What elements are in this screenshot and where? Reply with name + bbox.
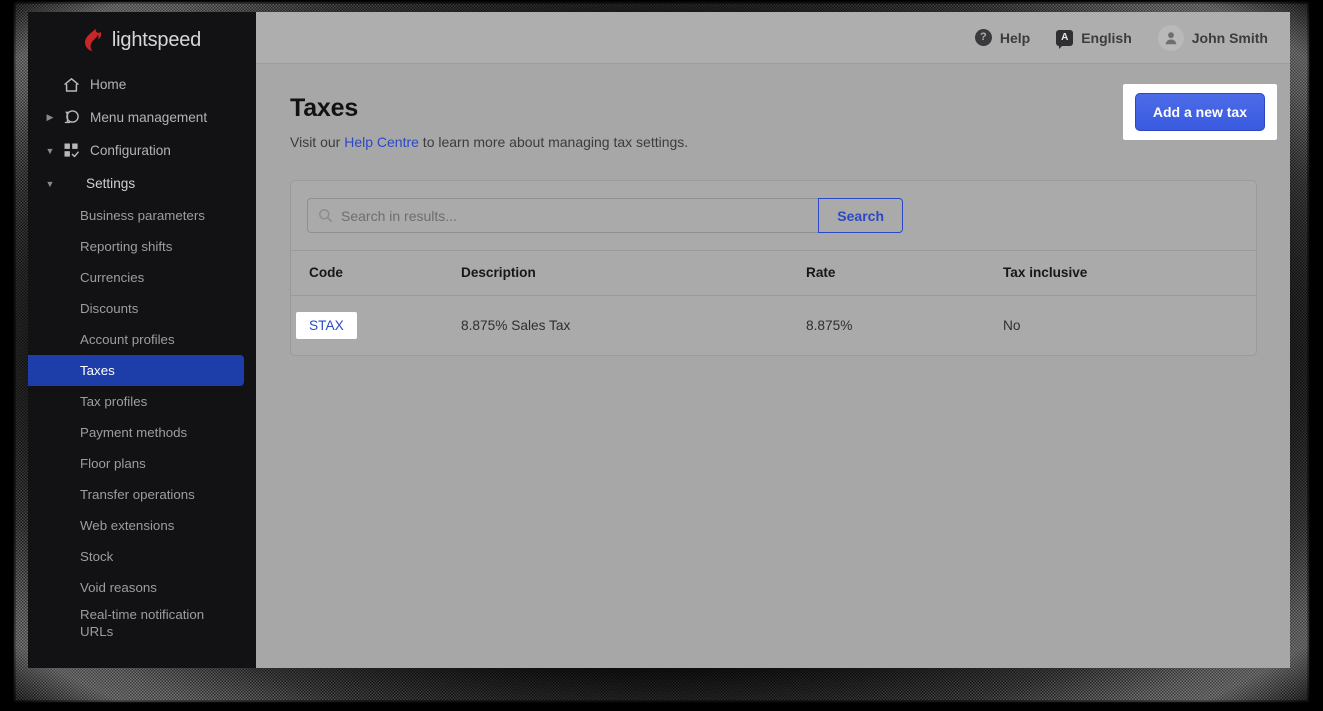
language-selector[interactable]: A English xyxy=(1056,29,1132,49)
application-window: lightspeed ▶ Home ▶ xyxy=(28,12,1290,668)
sidebar-item-payment-methods[interactable]: Payment methods xyxy=(28,417,244,448)
sidebar-group-label: Settings xyxy=(86,176,136,191)
chevron-down-icon[interactable]: ▼ xyxy=(40,179,60,189)
configuration-icon xyxy=(60,141,82,161)
column-header-description: Description xyxy=(461,251,806,296)
search-input-wrapper[interactable] xyxy=(307,198,819,233)
help-centre-link[interactable]: Help Centre xyxy=(344,134,419,150)
sidebar-item-label: Tax profiles xyxy=(80,394,148,409)
sidebar-nav: ▶ Home ▶ xyxy=(28,68,256,641)
sidebar-item-label: Real-time notification URLs xyxy=(80,607,205,639)
menu-management-icon xyxy=(60,108,82,128)
table-row[interactable]: STAX 8.875% Sales Tax 8.875% No xyxy=(291,296,1256,356)
language-label: English xyxy=(1081,29,1132,46)
sidebar-item-floor-plans[interactable]: Floor plans xyxy=(28,448,244,479)
add-tax-highlight: Add a new tax xyxy=(1122,84,1277,140)
table-body: STAX 8.875% Sales Tax 8.875% No xyxy=(291,296,1256,356)
sidebar-item-label: Discounts xyxy=(80,301,139,316)
avatar-icon xyxy=(1157,24,1184,51)
table-header: Code Description Rate Tax inclusive xyxy=(291,251,1256,296)
add-new-tax-button[interactable]: Add a new tax xyxy=(1134,93,1265,131)
top-bar: ? Help A English John Smith xyxy=(256,12,1290,64)
sidebar-item-label: Account profiles xyxy=(80,332,175,347)
search-button[interactable]: Search xyxy=(818,198,903,233)
sidebar-item-reporting-shifts[interactable]: Reporting shifts xyxy=(28,231,244,262)
sidebar-item-web-extensions[interactable]: Web extensions xyxy=(28,510,244,541)
help-button[interactable]: ? Help xyxy=(974,29,1031,46)
subtitle-text-after: to learn more about managing tax setting… xyxy=(418,134,689,150)
sidebar-item-label: Business parameters xyxy=(80,208,205,223)
brand-name: lightspeed xyxy=(111,28,202,51)
sidebar-item-label: Taxes xyxy=(80,363,115,378)
language-icon: A xyxy=(1056,29,1074,49)
sidebar-item-label: Stock xyxy=(80,549,114,564)
sidebar-item-tax-profiles[interactable]: Tax profiles xyxy=(28,386,244,417)
sidebar-item-label: Transfer operations xyxy=(80,487,195,502)
search-group: Search xyxy=(307,198,903,233)
sidebar-item-label: Home xyxy=(90,77,127,92)
page-title: Taxes xyxy=(290,94,359,122)
taxes-card: Search Code Description Rate Tax inclusi… xyxy=(290,180,1257,356)
screenshot-root: lightspeed ▶ Home ▶ xyxy=(0,0,1323,711)
column-header-tax-inclusive: Tax inclusive xyxy=(1003,251,1256,296)
home-icon xyxy=(60,75,82,95)
sidebar-item-label: Floor plans xyxy=(80,456,146,471)
page-content: Taxes Visit our Help Centre to learn mor… xyxy=(256,64,1290,356)
sidebar-item-taxes[interactable]: Taxes xyxy=(28,355,244,386)
page-subtitle: Visit our Help Centre to learn more abou… xyxy=(290,134,1257,150)
sidebar-item-business-parameters[interactable]: Business parameters xyxy=(28,200,244,231)
taxes-table: Code Description Rate Tax inclusive STAX xyxy=(291,251,1256,355)
sidebar-item-currencies[interactable]: Currencies xyxy=(28,262,244,293)
sidebar-item-label: Web extensions xyxy=(80,518,175,533)
subtitle-text-before: Visit our xyxy=(290,134,345,150)
cell-description: 8.875% Sales Tax xyxy=(461,318,571,333)
cell-rate: 8.875% xyxy=(806,318,853,333)
help-label: Help xyxy=(999,29,1031,46)
sidebar-item-transfer-operations[interactable]: Transfer operations xyxy=(28,479,244,510)
sidebar-item-label: Currencies xyxy=(80,270,145,285)
sidebar-item-label: Menu management xyxy=(90,110,208,125)
sidebar-item-menu-management[interactable]: ▶ Menu management xyxy=(28,101,256,134)
search-input[interactable] xyxy=(341,207,809,224)
sidebar-item-realtime-notification-urls[interactable]: Real-time notification URLs xyxy=(28,603,244,641)
chevron-right-icon[interactable]: ▶ xyxy=(40,112,60,123)
cell-tax-inclusive: No xyxy=(1003,318,1021,333)
user-name: John Smith xyxy=(1191,29,1268,46)
chevron-down-icon[interactable]: ▼ xyxy=(40,146,60,156)
table-header-row: Code Description Rate Tax inclusive xyxy=(291,251,1256,296)
sidebar-group-settings[interactable]: ▼ Settings xyxy=(28,167,256,200)
user-menu[interactable]: John Smith xyxy=(1157,24,1268,51)
sidebar-item-label: Void reasons xyxy=(80,580,157,595)
question-circle-icon: ? xyxy=(974,29,992,46)
code-highlight-box: STAX xyxy=(296,312,357,339)
column-header-rate: Rate xyxy=(806,251,1003,296)
sidebar-item-label: Reporting shifts xyxy=(80,239,173,254)
tax-code-link[interactable]: STAX xyxy=(309,318,344,333)
search-bar: Search xyxy=(291,181,1256,251)
flame-icon xyxy=(84,28,102,52)
sidebar-item-configuration[interactable]: ▼ Configuration xyxy=(28,134,256,167)
main-area: ? Help A English John Smith Taxes Visit … xyxy=(256,12,1290,668)
sidebar-item-label: Configuration xyxy=(90,143,171,158)
sidebar: lightspeed ▶ Home ▶ xyxy=(28,12,256,668)
sidebar-item-account-profiles[interactable]: Account profiles xyxy=(28,324,244,355)
sidebar-item-label: Payment methods xyxy=(80,425,188,440)
brand-logo[interactable]: lightspeed xyxy=(28,12,256,62)
search-icon xyxy=(318,208,333,223)
sidebar-item-stock[interactable]: Stock xyxy=(28,541,244,572)
sidebar-item-void-reasons[interactable]: Void reasons xyxy=(28,572,244,603)
sidebar-item-discounts[interactable]: Discounts xyxy=(28,293,244,324)
column-header-code: Code xyxy=(291,251,461,296)
sidebar-item-home[interactable]: ▶ Home xyxy=(28,68,256,101)
cell-code: STAX xyxy=(291,296,461,356)
